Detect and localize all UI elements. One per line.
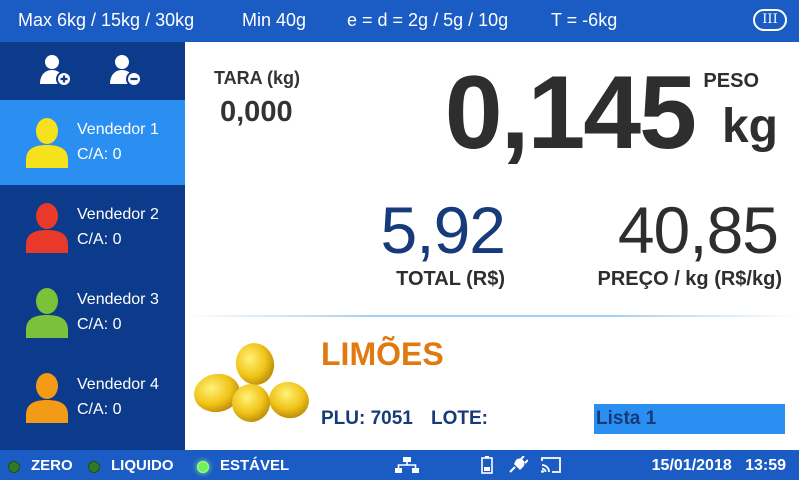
vendor-item-4[interactable]: Vendedor 4 C/A: 0 (0, 355, 185, 440)
battery-icon (481, 456, 493, 474)
accuracy-class-badge: III (753, 9, 787, 31)
vendor-name: Vendedor 4 (77, 376, 159, 393)
remove-user-icon (110, 55, 142, 87)
net-indicator-light (88, 461, 100, 473)
divider (185, 315, 799, 317)
weight-label: PESO (703, 70, 759, 92)
unit-price-value: 40,85 (617, 193, 779, 267)
max-capacity: Max 6kg / 15kg / 30kg (18, 10, 195, 30)
vendor-ca: C/A: 0 (77, 231, 122, 248)
vendor-item-2[interactable]: Vendedor 2 C/A: 0 (0, 185, 185, 270)
add-user-icon (40, 55, 72, 87)
total-label: TOTAL (R$) (396, 268, 505, 290)
scale-division: e = d = 2g / 5g / 10g (347, 10, 509, 30)
vendor-item-1[interactable]: Vendedor 1 C/A: 0 (0, 100, 185, 185)
tare-label: TARA (kg) (214, 68, 300, 88)
add-user-button[interactable] (38, 52, 74, 88)
zero-indicator: ZERO (31, 457, 73, 474)
vendor-name: Vendedor 1 (77, 121, 159, 138)
vendor-item-3[interactable]: Vendedor 3 C/A: 0 (0, 270, 185, 355)
date-time: 15/01/2018 13:59 (652, 457, 786, 475)
tare-value: 0,000 (220, 96, 293, 128)
user-actions (0, 42, 185, 100)
date: 15/01/2018 (651, 457, 732, 474)
vendor-ca: C/A: 0 (77, 146, 122, 163)
vendor-name: Vendedor 3 (77, 291, 159, 308)
weight-display: 0,145 (444, 55, 697, 171)
product-name: LIMÕES (321, 336, 444, 372)
stable-indicator-light (197, 461, 209, 473)
vendor-avatar-icon (26, 373, 68, 423)
vendor-sidebar: Vendedor 1 C/A: 0 Vendedor 2 C/A: 0 Vend… (0, 42, 185, 450)
tare-limit: T = -6kg (551, 10, 618, 30)
weight-unit: kg (721, 100, 778, 153)
zero-indicator-light (8, 461, 20, 473)
weighing-panel: TARA (kg) 0,000 0,145 PESO kg 5,92 TOTAL… (185, 42, 799, 450)
lot-label: LOTE: (431, 408, 488, 429)
vendor-avatar-icon (26, 203, 68, 253)
stable-indicator: ESTÁVEL (220, 457, 290, 474)
vendor-ca: C/A: 0 (77, 316, 122, 333)
price-list-selector[interactable]: Lista 1 (594, 404, 785, 434)
vendor-ca: C/A: 0 (77, 401, 122, 418)
total-value: 5,92 (380, 193, 506, 267)
cast-icon (541, 457, 561, 473)
status-bar: ZERO LIQUIDO ESTÁVEL 15/01/2018 13:59 (0, 450, 799, 480)
plu-code: PLU: 7051 (321, 408, 413, 429)
spec-bar: Max 6kg / 15kg / 30kg Min 40g e = d = 2g… (0, 0, 799, 42)
unit-price-label: PREÇO / kg (R$/kg) (597, 268, 782, 290)
time: 13:59 (745, 457, 786, 474)
vendor-avatar-icon (26, 118, 68, 168)
vendor-name: Vendedor 2 (77, 206, 159, 223)
remove-user-button[interactable] (108, 52, 144, 88)
min-capacity: Min 40g (242, 10, 307, 30)
network-icon (395, 457, 419, 473)
vendor-avatar-icon (26, 288, 68, 338)
net-indicator: LIQUIDO (111, 457, 174, 474)
lemons-image (194, 343, 309, 422)
power-plug-icon (509, 456, 528, 473)
